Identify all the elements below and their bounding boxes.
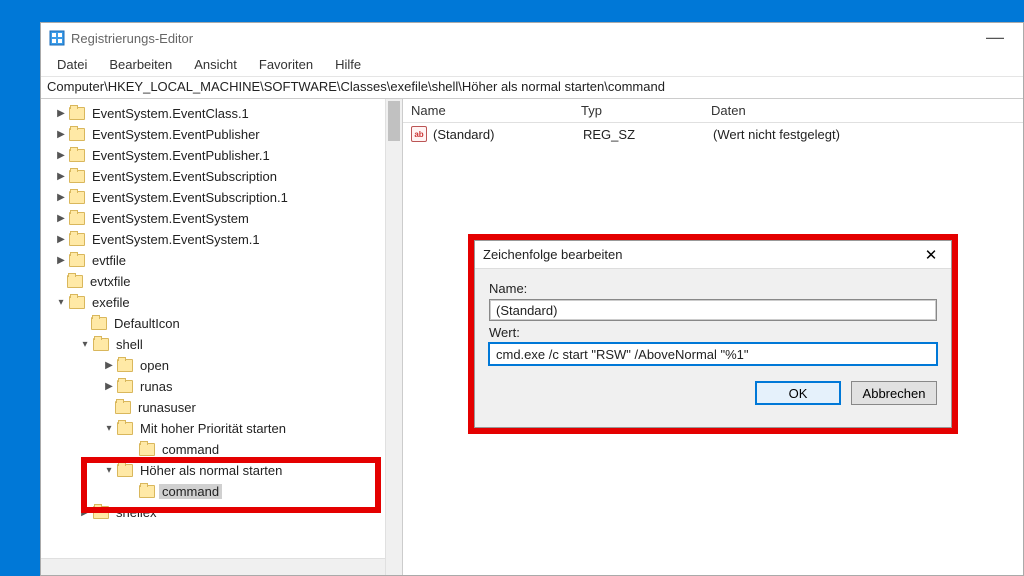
collapse-icon[interactable]: ▾ xyxy=(55,297,67,309)
menu-favorites[interactable]: Favoriten xyxy=(249,55,323,74)
folder-icon xyxy=(91,317,107,330)
close-icon[interactable]: ✕ xyxy=(919,243,943,267)
tree-node[interactable]: EventSystem.EventSubscription.1 xyxy=(89,190,291,205)
menu-file[interactable]: Datei xyxy=(47,55,97,74)
folder-icon xyxy=(115,401,131,414)
edit-string-dialog: Zeichenfolge bearbeiten ✕ Name: Wert: OK… xyxy=(474,240,952,428)
tree-node[interactable]: open xyxy=(137,358,172,373)
expand-icon[interactable]: ▶ xyxy=(55,150,67,162)
folder-icon xyxy=(117,359,133,372)
tree-pane: ▶ EventSystem.EventClass.1 ▶ EventSystem.E… xyxy=(41,99,403,575)
dialog-title: Zeichenfolge bearbeiten xyxy=(483,247,623,262)
scroll-thumb[interactable] xyxy=(388,101,400,141)
expand-icon[interactable]: ▶ xyxy=(55,108,67,120)
folder-icon xyxy=(93,506,109,519)
titlebar[interactable]: Registrierungs-Editor xyxy=(41,23,1023,53)
tree-node[interactable]: EventSystem.EventSystem.1 xyxy=(89,232,263,247)
tree-hscrollbar[interactable] xyxy=(41,558,385,575)
expand-icon[interactable]: ▶ xyxy=(79,507,91,519)
collapse-icon[interactable]: ▾ xyxy=(103,423,115,435)
expand-icon[interactable]: ▶ xyxy=(55,234,67,246)
tree-node-shell[interactable]: shell xyxy=(113,337,146,352)
dialog-body: Name: Wert: xyxy=(475,269,951,373)
folder-icon xyxy=(69,254,85,267)
tree-node-hoeher[interactable]: Höher als normal starten xyxy=(137,463,285,478)
folder-icon xyxy=(117,422,133,435)
cancel-button[interactable]: Abbrechen xyxy=(851,381,937,405)
expand-icon[interactable]: ▶ xyxy=(55,129,67,141)
value-label: Wert: xyxy=(489,325,937,340)
tree-node-command-selected[interactable]: command xyxy=(159,484,222,499)
folder-icon xyxy=(69,149,85,162)
folder-icon xyxy=(117,380,133,393)
menu-edit[interactable]: Bearbeiten xyxy=(99,55,182,74)
menubar: Datei Bearbeiten Ansicht Favoriten Hilfe xyxy=(41,53,1023,77)
window-title: Registrierungs-Editor xyxy=(71,31,193,46)
tree-node-exefile[interactable]: exefile xyxy=(89,295,133,310)
name-field[interactable] xyxy=(489,299,937,321)
folder-icon xyxy=(69,212,85,225)
menu-view[interactable]: Ansicht xyxy=(184,55,247,74)
folder-icon xyxy=(93,338,109,351)
tree-node[interactable]: DefaultIcon xyxy=(111,316,183,331)
tree-node[interactable]: EventSystem.EventPublisher xyxy=(89,127,263,142)
tree-node[interactable]: command xyxy=(159,442,222,457)
expand-icon[interactable]: ▶ xyxy=(55,255,67,267)
value-type: REG_SZ xyxy=(583,127,713,142)
folder-icon xyxy=(69,191,85,204)
tree-node[interactable]: evtxfile xyxy=(87,274,133,289)
folder-icon xyxy=(69,128,85,141)
regedit-icon xyxy=(49,30,65,46)
value-field[interactable] xyxy=(489,343,937,365)
string-value-icon: ab xyxy=(411,126,427,142)
folder-icon xyxy=(69,107,85,120)
col-type[interactable]: Typ xyxy=(573,99,703,122)
tree-node[interactable]: EventSystem.EventSubscription xyxy=(89,169,280,184)
registry-tree[interactable]: ▶ EventSystem.EventClass.1 ▶ EventSystem.E… xyxy=(41,99,402,527)
col-data[interactable]: Daten xyxy=(703,99,1023,122)
expand-icon[interactable]: ▶ xyxy=(55,213,67,225)
tree-node[interactable]: EventSystem.EventPublisher.1 xyxy=(89,148,273,163)
folder-icon xyxy=(69,296,85,309)
tree-vscrollbar[interactable] xyxy=(385,99,402,575)
name-label: Name: xyxy=(489,281,937,296)
tree-node[interactable]: evtfile xyxy=(89,253,129,268)
folder-icon xyxy=(67,275,83,288)
folder-icon xyxy=(69,170,85,183)
list-header: Name Typ Daten xyxy=(403,99,1023,123)
value-name: (Standard) xyxy=(433,127,583,142)
collapse-icon[interactable]: ▾ xyxy=(79,339,91,351)
value-row[interactable]: ab (Standard) REG_SZ (Wert nicht festgel… xyxy=(403,123,1023,145)
folder-icon xyxy=(139,443,155,456)
folder-icon xyxy=(69,233,85,246)
col-name[interactable]: Name xyxy=(403,99,573,122)
tree-node[interactable]: EventSystem.EventClass.1 xyxy=(89,106,252,121)
dialog-titlebar[interactable]: Zeichenfolge bearbeiten ✕ xyxy=(475,241,951,269)
folder-icon xyxy=(117,464,133,477)
tree-node[interactable]: runas xyxy=(137,379,176,394)
tree-node[interactable]: shellex xyxy=(113,505,159,520)
tree-node[interactable]: EventSystem.EventSystem xyxy=(89,211,252,226)
expand-icon[interactable]: ▶ xyxy=(103,381,115,393)
highlight-dialog: Zeichenfolge bearbeiten ✕ Name: Wert: OK… xyxy=(468,234,958,434)
ok-button[interactable]: OK xyxy=(755,381,841,405)
folder-icon xyxy=(139,485,155,498)
minimize-button[interactable]: — xyxy=(975,23,1015,51)
expand-icon[interactable]: ▶ xyxy=(103,360,115,372)
value-data: (Wert nicht festgelegt) xyxy=(713,127,1023,142)
tree-node[interactable]: Mit hoher Priorität starten xyxy=(137,421,289,436)
tree-node[interactable]: runasuser xyxy=(135,400,199,415)
expand-icon[interactable]: ▶ xyxy=(55,192,67,204)
dialog-buttons: OK Abbrechen xyxy=(475,373,951,413)
collapse-icon[interactable]: ▾ xyxy=(103,465,115,477)
menu-help[interactable]: Hilfe xyxy=(325,55,371,74)
address-bar[interactable]: Computer\HKEY_LOCAL_MACHINE\SOFTWARE\Cla… xyxy=(41,77,1023,99)
expand-icon[interactable]: ▶ xyxy=(55,171,67,183)
